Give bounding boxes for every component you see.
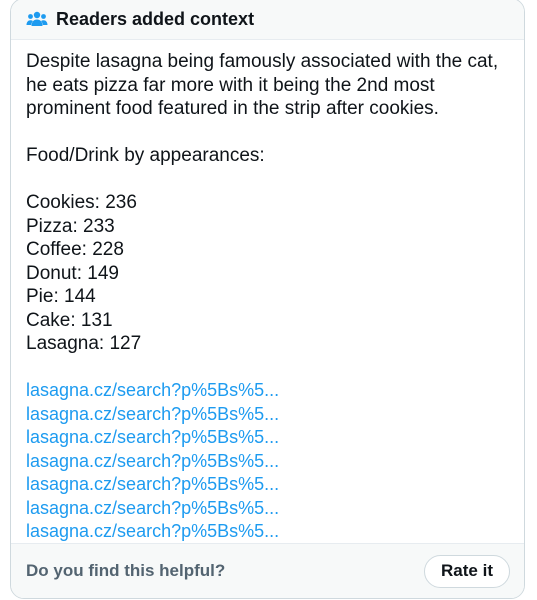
source-link[interactable]: lasagna.cz/search?p%5Bs%5... [26,497,509,521]
source-link[interactable]: lasagna.cz/search?p%5Bs%5... [26,520,509,544]
source-link[interactable]: lasagna.cz/search?p%5Bs%5... [26,426,509,450]
rate-it-button[interactable]: Rate it [424,554,510,588]
source-link[interactable]: lasagna.cz/search?p%5Bs%5... [26,450,509,474]
source-link[interactable]: lasagna.cz/search?p%5Bs%5... [26,403,509,427]
note-text: Despite lasagna being famously associate… [26,51,499,119]
list-item: Pizza: 233 [26,215,115,237]
list-item: Pie: 144 [26,286,96,307]
note-title: Readers added context [56,8,255,29]
note-header: Readers added context [11,0,524,40]
source-link[interactable]: lasagna.cz/search?p%5Bs%5... [26,473,509,497]
source-link[interactable]: lasagna.cz/search?p%5Bs%5... [26,379,509,403]
list-heading: Food/Drink by appearances: [26,145,265,166]
list-item: Lasagna: 127 [26,333,142,354]
people-group-icon [26,10,48,28]
list-item: Coffee: 228 [26,239,124,260]
source-links: lasagna.cz/search?p%5Bs%5... lasagna.cz/… [26,379,509,544]
note-body: Despite lasagna being famously associate… [11,40,524,544]
food-list: Cookies: 236 Pizza: 233 Coffee: 228 Donu… [26,191,509,356]
community-note-card: Readers added context Despite lasagna be… [10,0,525,599]
list-item: Cake: 131 [26,309,113,331]
note-footer: Do you find this helpful? Rate it [11,543,524,598]
list-item: Donut: 149 [26,262,119,284]
helpful-question: Do you find this helpful? [26,561,226,580]
list-item: Cookies: 236 [26,192,137,213]
